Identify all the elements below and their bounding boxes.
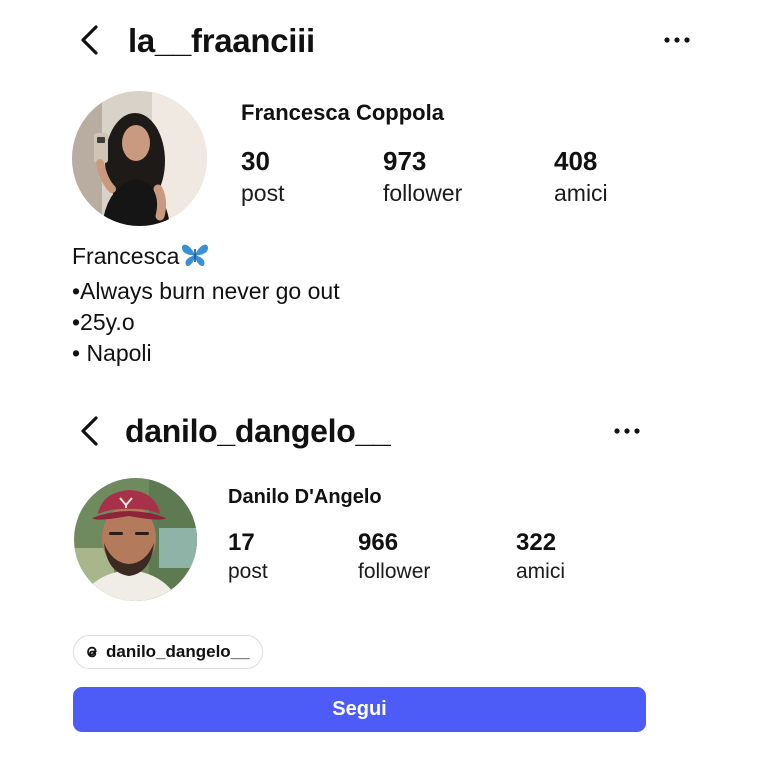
threads-handle: danilo_dangelo__	[106, 642, 250, 661]
stat-value: 17	[228, 529, 255, 556]
profile-photo	[72, 91, 207, 226]
threads-icon	[84, 644, 100, 660]
stat-value: 973	[383, 146, 427, 176]
friends-count[interactable]: 408 amici	[554, 146, 608, 207]
avatar[interactable]	[72, 91, 207, 226]
stat-label: follower	[358, 560, 431, 583]
stat-value: 30	[241, 146, 270, 176]
profile-photo	[74, 478, 197, 601]
chevron-left-icon[interactable]	[71, 20, 111, 60]
profile-full-name: Francesca Coppola	[241, 100, 444, 125]
blue-butterfly-icon	[180, 242, 210, 276]
stat-value: 966	[358, 529, 399, 556]
friends-count[interactable]: 322 amici	[516, 529, 565, 584]
bio-line: • Napoli	[72, 340, 152, 366]
profile-username: la__fraanciii	[128, 22, 315, 59]
stat-label: amici	[554, 180, 608, 206]
bio-name: Francesca	[72, 243, 180, 269]
more-horizontal-icon[interactable]	[608, 417, 648, 445]
profile-header: danilo_dangelo__	[0, 402, 768, 462]
profile-header: la__fraanciii	[0, 10, 768, 70]
posts-count[interactable]: 30 post	[241, 146, 284, 207]
stat-label: post	[241, 180, 285, 206]
stat-label: amici	[516, 560, 566, 583]
chevron-left-icon[interactable]	[71, 411, 111, 451]
threads-profile-link[interactable]: danilo_dangelo__	[73, 635, 263, 669]
stat-label: post	[228, 560, 268, 583]
bio-line: •Always burn never go out	[72, 278, 340, 304]
profile-username: danilo_dangelo__	[125, 413, 391, 449]
stat-value: 408	[554, 146, 598, 176]
profile-full-name: Danilo D'Angelo	[228, 486, 382, 508]
stat-value: 322	[516, 529, 557, 556]
bio-name-line: Francesca	[72, 241, 340, 276]
posts-count[interactable]: 17 post	[228, 529, 268, 584]
follow-button[interactable]: Segui	[73, 687, 646, 732]
stat-label: follower	[383, 180, 463, 206]
avatar[interactable]	[74, 478, 197, 601]
followers-count[interactable]: 966 follower	[358, 529, 430, 584]
profile-bio: Francesca •Always burn never go out •25y…	[72, 241, 340, 369]
more-horizontal-icon[interactable]	[658, 26, 698, 54]
bio-line: •25y.o	[72, 309, 135, 335]
followers-count[interactable]: 973 follower	[383, 146, 462, 207]
screenshot-page: la__fraanciii Francesca Coppola 30 post …	[0, 0, 768, 768]
